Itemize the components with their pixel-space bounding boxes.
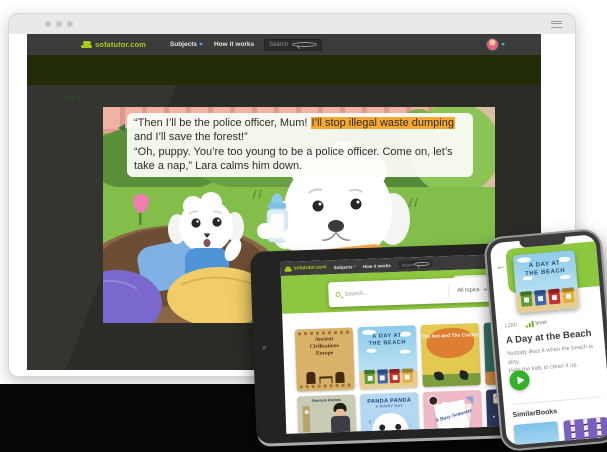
book-title: Ancient Civilisations Europe [295,335,354,358]
nav-item-how-it-works[interactable]: How it works [214,41,254,48]
back-arrow-icon[interactable]: ← [495,260,507,273]
book-cover-scandal-in-bohemia[interactable]: Sherlock Holmes A Scandal in Bohemia [297,394,357,433]
back-arrow-icon[interactable]: ← [62,87,77,104]
book-cover-day-at-the-beach[interactable]: A DAY ATTHE BEACH [358,325,418,389]
nav-item-how-it-works[interactable]: How it works [363,263,391,269]
hamburger-menu-icon[interactable] [551,21,562,28]
topics-dropdown[interactable]: All topics [448,282,487,297]
window-control-dot[interactable] [56,21,62,27]
marketing-composition: sofatutor.com Subjects How it works Sear… [0,0,607,452]
chevron-down-icon [354,265,356,267]
level-row: L280 level [505,320,548,330]
audio-marker-icon[interactable] [118,124,125,132]
lexile-code: L280 [505,322,518,329]
book-cover-panda-panda[interactable]: PANDA PANDA A RAINY DAY [360,392,420,434]
level-label: level [535,320,547,327]
search-placeholder: Search [269,42,292,48]
story-text-paragraph: “Oh, puppy. You’re too young to be a pol… [134,145,466,174]
divider [512,396,602,405]
similar-book-bobs[interactable]: Bob's [513,421,560,445]
window-control-dot[interactable] [67,21,73,27]
chevron-down-icon [199,43,203,46]
book-title: A DAY ATTHE BEACH [358,332,416,349]
nav-item-subjects[interactable]: Subjects [170,41,203,48]
nav-search-input[interactable]: Search [398,260,432,269]
search-placeholder: Search... [344,288,448,298]
chevron-down-icon [501,43,505,46]
level-stairs-icon [526,321,534,328]
nav-search-input[interactable]: Search [264,39,322,51]
search-icon [415,262,430,266]
phone-screen: ← A DAY ATTHE BEACH L280 level A Da [490,234,607,445]
search-icon[interactable] [292,42,317,47]
couch-logo-icon [285,266,292,271]
book-cover-day-at-the-beach[interactable]: A DAY ATTHE BEACH [513,250,580,313]
similar-books-row: Bob's [513,417,607,446]
phone-mockup: ← A DAY ATTHE BEACH L280 level A Da [483,228,607,452]
book-cover-busy-semester[interactable]: A Busy Semester A [423,390,483,434]
window-controls[interactable] [45,21,73,27]
book-series: Sherlock Holmes [297,397,355,403]
story-text: “Then I’ll be the police officer, Mum! [134,117,311,129]
user-menu[interactable] [486,38,505,51]
browser-titlebar [9,14,575,34]
story-text: and I’ll save the forest!” [134,131,248,143]
window-control-dot[interactable] [45,21,51,27]
logo-text: sofatutor.com [95,40,146,49]
nav-item-subjects[interactable]: Subjects [334,264,356,270]
tablet-camera-dot [262,345,266,349]
page-header-band [27,55,541,85]
recycling-bins [364,368,412,384]
search-placeholder: Search [402,262,415,267]
similar-books-heading: SimilarBooks [512,408,557,419]
story-text-highlighted: I’ll stop illegal waste dumping [311,117,455,129]
avatar[interactable] [486,38,499,51]
site-navbar: sofatutor.com Subjects How it works Sear… [27,34,541,55]
search-icon [335,292,340,297]
book-cover-ant-and-cricket[interactable]: The Ant and The Cricket [421,323,481,387]
sofatutor-logo[interactable]: sofatutor.com [81,40,146,49]
book-cover-ancient-civilisations[interactable]: Ancient Civilisations Europe [295,327,355,391]
couch-logo-icon [81,41,92,48]
logo-text[interactable]: sofatutor.com [293,264,326,271]
story-text-box: “Then I’ll be the police officer, Mum! I… [127,113,473,177]
play-button[interactable] [509,370,531,392]
similar-book-trees[interactable] [563,417,607,446]
